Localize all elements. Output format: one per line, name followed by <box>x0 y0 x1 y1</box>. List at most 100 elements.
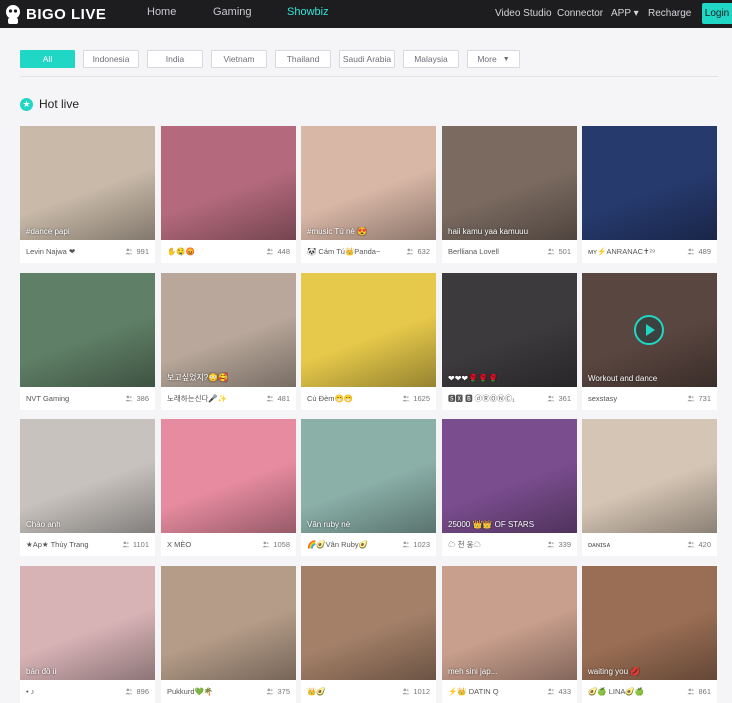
streamer-name[interactable]: NVT Gaming <box>26 394 69 403</box>
live-thumbnail[interactable] <box>20 273 155 387</box>
streamer-name[interactable]: Berlliana Lovell <box>448 247 499 256</box>
play-icon[interactable] <box>634 315 664 345</box>
card-meta: ̀• ♪ 896 <box>20 680 155 703</box>
streamer-name[interactable]: 👑🥑 <box>307 687 326 696</box>
viewers-icon <box>402 688 410 695</box>
viewers-icon <box>406 248 415 255</box>
streamer-name[interactable]: ᴍʏ⚡ANRANAC✝⁲⁹ <box>588 247 655 257</box>
live-thumbnail[interactable]: ❤❤❤🌹🌹🌹 <box>442 273 577 387</box>
viewer-number: 632 <box>417 247 430 256</box>
filter-more-dropdown[interactable]: More ▼ <box>467 50 520 68</box>
streamer-name[interactable]: ✋🤤😡 <box>167 247 195 256</box>
stream-title: 보고싶었지?😳🥰 <box>167 373 229 382</box>
live-card[interactable]: 보고싶었지?😳🥰 노래하는신다🎤✨ 481 <box>161 273 296 410</box>
live-thumbnail[interactable]: #dance papi <box>20 126 155 240</box>
stream-title: bán đồ ii <box>26 667 57 676</box>
streamer-name[interactable]: ★Ap★ Thúy Trang <box>26 540 89 549</box>
live-card[interactable]: ✋🤤😡 448 <box>161 126 296 263</box>
star-icon: ★ <box>20 97 33 111</box>
live-card[interactable]: Chào anh ★Ap★ Thúy Trang 1101 <box>20 419 155 556</box>
live-card[interactable]: waiting you 💋 🥑🍏 LINA🥑🍏 861 <box>582 566 717 703</box>
streamer-name[interactable]: Cù Đèm😁😁 <box>307 394 353 403</box>
filter-saudi-arabia[interactable]: Saudi Arabia <box>339 50 395 68</box>
live-thumbnail[interactable] <box>161 419 296 533</box>
caret-down-icon: ▼ <box>502 55 510 63</box>
brand-logo[interactable]: BIGO LIVE <box>4 2 106 26</box>
live-card[interactable]: 25000 👑👑 OF STARS ☁ 천 웅☁ 339 <box>442 419 577 556</box>
live-thumbnail[interactable]: meh sini jap... <box>442 566 577 680</box>
live-thumbnail[interactable]: 보고싶었지?😳🥰 <box>161 273 296 387</box>
live-thumbnail[interactable] <box>582 126 717 240</box>
live-card[interactable]: Cù Đèm😁😁 1625 <box>301 273 436 410</box>
streamer-name[interactable]: 🆂🆇 🅱 ⓓⓇⓄⓃⒸ₁ <box>448 393 515 404</box>
streamer-name[interactable]: Levin Najwa ❤ <box>26 247 75 256</box>
nav-video-studio[interactable]: Video Studio <box>495 8 552 19</box>
live-card[interactable]: Vân ruby nè 🌈🥑Vân Ruby🥑 1023 <box>301 419 436 556</box>
streamer-name[interactable]: ⚡👑 DATIN Q <box>448 687 499 696</box>
card-meta: Levin Najwa ❤ 991 <box>20 240 155 263</box>
live-thumbnail[interactable] <box>301 273 436 387</box>
live-card[interactable]: ᴍʏ⚡ANRANAC✝⁲⁹ 489 <box>582 126 717 263</box>
live-thumbnail[interactable]: Vân ruby nè <box>301 419 436 533</box>
login-button[interactable]: Login <box>702 3 732 24</box>
viewers-icon <box>125 248 134 255</box>
viewer-number: 861 <box>698 687 711 696</box>
nav-app-dropdown[interactable]: APP ▾ <box>611 8 639 19</box>
filter-vietnam[interactable]: Vietnam <box>211 50 267 68</box>
filter-all[interactable]: All <box>20 50 75 68</box>
brand-name: BIGO LIVE <box>26 5 107 23</box>
live-thumbnail[interactable] <box>582 419 717 533</box>
live-card[interactable]: bán đồ iì• ♪ 896 <box>20 566 155 703</box>
viewer-count: 1101 <box>122 540 149 549</box>
viewer-count: 448 <box>266 247 290 256</box>
streamer-name[interactable]: X MÈO <box>167 540 191 549</box>
nav-showbiz[interactable]: Showbiz <box>287 6 329 18</box>
streamer-name[interactable]: 🌈🥑Vân Ruby🥑 <box>307 540 368 549</box>
live-thumbnail[interactable]: bán đồ ii <box>20 566 155 680</box>
live-card[interactable]: Pukkurd💚🌴 375 <box>161 566 296 703</box>
nav-gaming[interactable]: Gaming <box>213 6 252 18</box>
live-card[interactable]: #dance papi Levin Najwa ❤ 991 <box>20 126 155 263</box>
live-thumbnail[interactable] <box>301 566 436 680</box>
card-meta: Pukkurd💚🌴 375 <box>161 680 296 703</box>
live-card[interactable]: Workout and dance sexstasy 731 <box>582 273 717 410</box>
filter-thailand[interactable]: Thailand <box>275 50 331 68</box>
streamer-name[interactable]: ᴅᴀɴɪꜱᴀ <box>588 540 610 549</box>
live-card[interactable]: NVT Gaming 386 <box>20 273 155 410</box>
nav-connector[interactable]: Connector <box>557 8 603 19</box>
live-card[interactable]: meh sini jap... ⚡👑 DATIN Q 433 <box>442 566 577 703</box>
live-card[interactable]: 👑🥑 1012 <box>301 566 436 703</box>
nav-recharge[interactable]: Recharge <box>648 8 691 19</box>
live-thumbnail[interactable]: Chào anh <box>20 419 155 533</box>
live-card[interactable]: ᴅᴀɴɪꜱᴀ 420 <box>582 419 717 556</box>
streamer-name[interactable]: 🥑🍏 LINA🥑🍏 <box>588 687 644 696</box>
streamer-name[interactable]: ̀• ♪ <box>26 687 34 696</box>
live-thumbnail[interactable]: 25000 👑👑 OF STARS <box>442 419 577 533</box>
viewer-number: 489 <box>698 247 711 256</box>
live-thumbnail[interactable]: #music Tú nè 😍 <box>301 126 436 240</box>
viewer-number: 501 <box>558 247 571 256</box>
live-thumbnail[interactable] <box>161 566 296 680</box>
live-card[interactable]: ❤❤❤🌹🌹🌹 🆂🆇 🅱 ⓓⓇⓄⓃⒸ₁ 361 <box>442 273 577 410</box>
live-thumbnail[interactable]: Workout and dance <box>582 273 717 387</box>
streamer-name[interactable]: sexstasy <box>588 394 617 403</box>
streamer-name[interactable]: Pukkurd💚🌴 <box>167 687 213 696</box>
stream-title: Chào anh <box>26 520 61 529</box>
streamer-name[interactable]: 🐼 Cám Tú👑Panda~ <box>307 247 380 256</box>
card-meta: sexstasy 731 <box>582 387 717 410</box>
live-card[interactable]: X MÈO 1058 <box>161 419 296 556</box>
play-triangle <box>646 324 655 336</box>
live-thumbnail[interactable]: waiting you 💋 <box>582 566 717 680</box>
nav-home[interactable]: Home <box>147 6 176 18</box>
filter-indonesia[interactable]: Indonesia <box>83 50 139 68</box>
filter-india[interactable]: India <box>147 50 203 68</box>
filter-malaysia[interactable]: Malaysia <box>403 50 459 68</box>
live-thumbnail[interactable] <box>161 126 296 240</box>
streamer-name[interactable]: 노래하는신다🎤✨ <box>167 393 227 404</box>
streamer-name[interactable]: ☁ 천 웅☁ <box>448 539 481 550</box>
viewer-count: 481 <box>266 394 290 403</box>
live-card[interactable]: #music Tú nè 😍 🐼 Cám Tú👑Panda~ 632 <box>301 126 436 263</box>
live-card[interactable]: haii kamu yaa kamuuu Berlliana Lovell 501 <box>442 126 577 263</box>
live-thumbnail[interactable]: haii kamu yaa kamuuu <box>442 126 577 240</box>
viewers-icon <box>266 248 275 255</box>
